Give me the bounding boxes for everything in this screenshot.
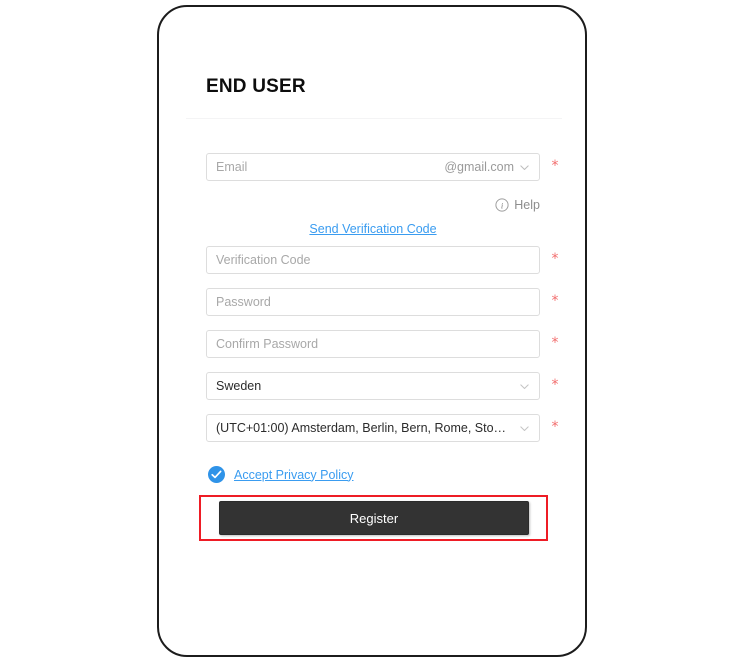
- timezone-select[interactable]: (UTC+01:00) Amsterdam, Berlin, Bern, Rom…: [206, 414, 540, 442]
- check-circle-icon[interactable]: [208, 466, 225, 483]
- help-container: i Help: [206, 195, 540, 217]
- email-domain-suffix: @gmail.com: [444, 160, 514, 174]
- accept-privacy-policy-link[interactable]: Accept Privacy Policy: [234, 467, 353, 483]
- registration-card: END USER Email @gmail.com * i Help Send …: [157, 5, 587, 657]
- send-verification-code-link[interactable]: Send Verification Code: [309, 222, 436, 236]
- password-placeholder: Password: [216, 295, 271, 309]
- country-required-asterisk: *: [551, 377, 559, 393]
- email-input[interactable]: Email @gmail.com: [206, 153, 540, 181]
- chevron-down-icon[interactable]: [519, 381, 530, 392]
- help-button[interactable]: i Help: [495, 195, 540, 215]
- country-select[interactable]: Sweden: [206, 372, 540, 400]
- chevron-down-icon[interactable]: [519, 423, 530, 434]
- email-field-row: Email @gmail.com *: [206, 153, 559, 181]
- password-required-asterisk: *: [551, 293, 559, 309]
- timezone-required-asterisk: *: [551, 419, 559, 435]
- email-placeholder: Email: [216, 160, 248, 174]
- timezone-field-row: (UTC+01:00) Amsterdam, Berlin, Bern, Rom…: [206, 414, 559, 442]
- confirm-password-placeholder: Confirm Password: [216, 337, 319, 351]
- country-field-row: Sweden *: [206, 372, 559, 400]
- verification-code-required-asterisk: *: [551, 251, 559, 267]
- title-divider: [186, 118, 562, 119]
- confirm-password-field-row: Confirm Password *: [206, 330, 559, 358]
- register-button[interactable]: Register: [219, 501, 529, 535]
- page-title: END USER: [206, 76, 306, 97]
- info-circle-icon: i: [495, 198, 509, 212]
- confirm-password-input[interactable]: Confirm Password: [206, 330, 540, 358]
- email-required-asterisk: *: [551, 158, 559, 174]
- timezone-value: (UTC+01:00) Amsterdam, Berlin, Bern, Rom…: [216, 421, 507, 435]
- password-field-row: Password *: [206, 288, 559, 316]
- help-label: Help: [514, 198, 540, 212]
- registration-form: Email @gmail.com * i Help Send Verificat…: [206, 153, 559, 456]
- country-value: Sweden: [216, 379, 262, 393]
- privacy-policy-row: Accept Privacy Policy: [208, 466, 353, 483]
- confirm-password-required-asterisk: *: [551, 335, 559, 351]
- chevron-down-icon[interactable]: [519, 162, 530, 173]
- svg-text:i: i: [501, 200, 504, 210]
- password-input[interactable]: Password: [206, 288, 540, 316]
- send-verification-code-row: Send Verification Code: [206, 220, 540, 240]
- verification-code-field-row: Verification Code *: [206, 246, 559, 274]
- verification-code-input[interactable]: Verification Code: [206, 246, 540, 274]
- verification-code-placeholder: Verification Code: [216, 253, 311, 267]
